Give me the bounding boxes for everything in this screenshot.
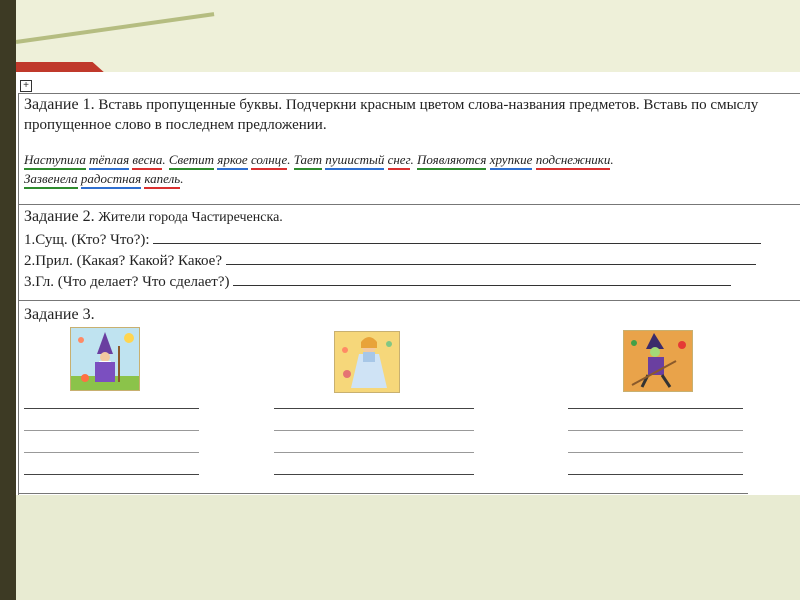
witch-picture (623, 330, 693, 392)
task2-line3-answer-field[interactable] (233, 271, 732, 286)
task3-answer-line[interactable] (568, 474, 743, 475)
slide-bottom-band (16, 495, 800, 600)
task3-answer-line[interactable] (24, 452, 199, 453)
task2-line1: 1.Сущ. (Кто? Что?): (24, 229, 762, 249)
task1-instructions: Вставь пропущенные буквы. Подчеркни крас… (98, 97, 759, 113)
task1-sentence-line2: Зазвенела радостная капель. (24, 171, 184, 189)
sentence-word: солнце (250, 152, 288, 170)
task3-answer-line[interactable] (568, 430, 743, 431)
sentence-word: подснежники (535, 152, 611, 170)
sentence-word: яркое (217, 152, 248, 170)
sentence-word: весна (132, 152, 163, 170)
task3-answer-line[interactable] (24, 408, 199, 409)
task3-answer-line[interactable] (274, 408, 474, 409)
sentence-word: пушистый (325, 152, 385, 170)
sentence-separator: . (410, 152, 417, 167)
slide-left-band (0, 0, 16, 600)
sentence-word: тёплая (89, 152, 130, 170)
task2-line3-label: 3.Гл. (Что делает? Что сделает?) (24, 274, 230, 290)
sentence-word: снег (387, 152, 411, 170)
task2-line1-answer-field[interactable] (153, 229, 762, 244)
table-border-left (18, 93, 19, 495)
sentence-word: хрупкие (489, 152, 533, 170)
table-row-separator-2 (18, 300, 800, 301)
sentence-separator: . (180, 171, 184, 186)
worksheet: + Задание 1. Вставь пропущенные буквы. П… (16, 72, 800, 495)
task3-answer-line[interactable] (274, 430, 474, 431)
princess-icon (335, 332, 399, 392)
witch-icon (624, 331, 692, 391)
task3-answer-line[interactable] (568, 408, 743, 409)
task2-line2-answer-field[interactable] (225, 250, 756, 265)
task3-answer-line[interactable] (274, 474, 474, 475)
task1-label: Задание 1. (24, 96, 95, 113)
wizard-picture (70, 327, 140, 391)
table-row-separator-1 (18, 204, 800, 205)
sentence-word: капель (144, 171, 181, 189)
table-border-bottom (18, 493, 748, 494)
sentence-word: Тает (293, 152, 323, 170)
sentence-separator: . (610, 152, 614, 167)
task2-line1-label: 1.Сущ. (Кто? Что?): (24, 232, 150, 248)
sentence-separator: . (287, 152, 294, 167)
task3-answer-line[interactable] (24, 430, 199, 431)
table-border-top (18, 93, 800, 94)
task2-label: Задание 2. (24, 208, 95, 225)
task2-line2: 2.Прил. (Какая? Какой? Какое? (24, 250, 756, 270)
princess-picture (334, 331, 400, 393)
task3-label: Задание 3. (24, 306, 95, 323)
sentence-separator: . (162, 152, 169, 167)
sentence-word: радостная (80, 171, 142, 189)
sentence-word: Наступила (24, 152, 86, 170)
task2-heading: Задание 2. Жители города Частиреченска. (24, 208, 283, 226)
decor-stripe-1 (15, 12, 215, 44)
table-move-handle-icon[interactable]: + (20, 80, 32, 92)
task3-answer-line[interactable] (568, 452, 743, 453)
sentence-word: Появляются (416, 152, 487, 170)
sentence-word: Светит (168, 152, 215, 170)
task2-title: Жители города Частиреченска. (98, 210, 283, 225)
task3-answer-line[interactable] (274, 452, 474, 453)
wizard-icon (71, 328, 139, 390)
sentence-word: Зазвенела (24, 171, 78, 189)
task1-sentence-line1: Наступила тёплая весна. Светит яркое сол… (24, 152, 614, 170)
task2-line2-label: 2.Прил. (Какая? Какой? Какое? (24, 253, 222, 269)
task1-instructions-line2: пропущенное слово в последнем предложени… (24, 117, 327, 133)
task3-heading: Задание 3. (24, 306, 95, 324)
task1-heading: Задание 1. Вставь пропущенные буквы. Под… (24, 96, 758, 114)
task3-answer-line[interactable] (24, 474, 199, 475)
task2-line3: 3.Гл. (Что делает? Что сделает?) (24, 271, 732, 291)
